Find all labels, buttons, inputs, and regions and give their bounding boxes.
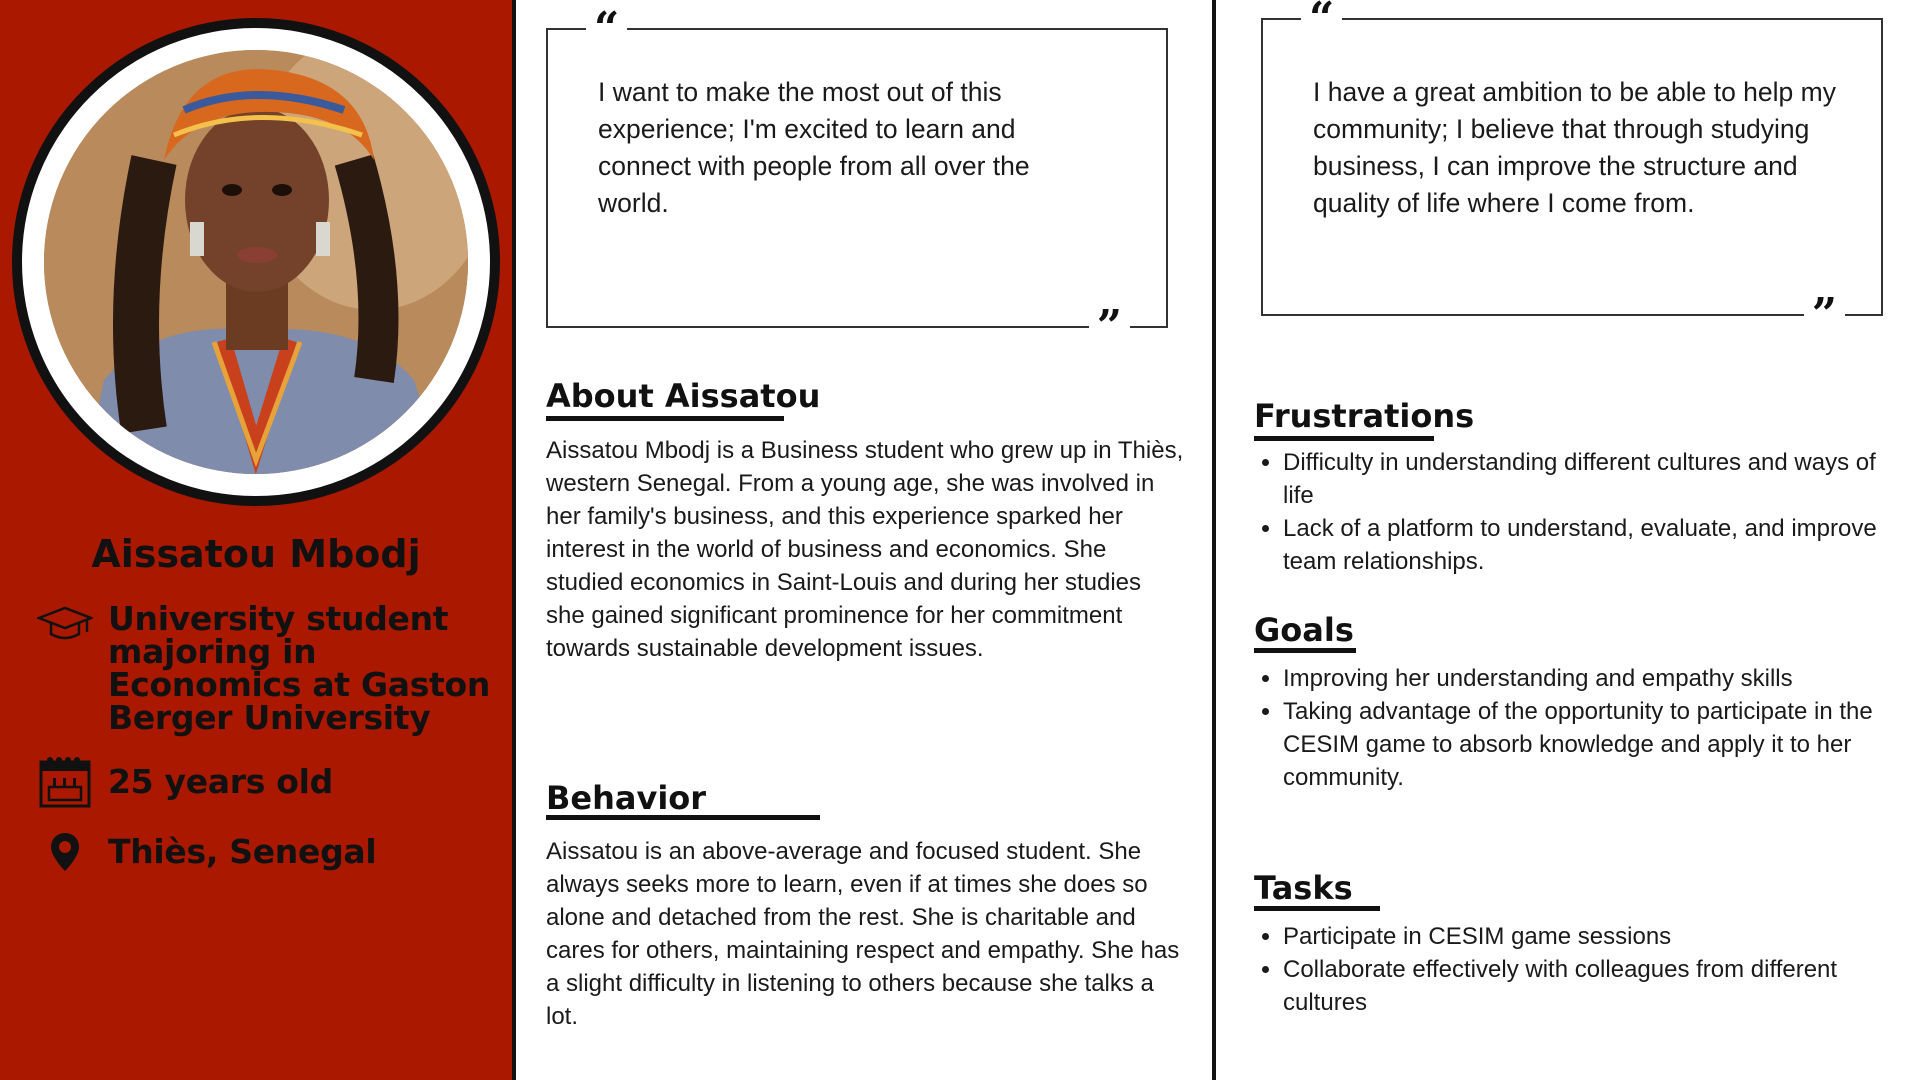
open-quote-icon: “ [586, 7, 628, 51]
profile-photo [44, 50, 468, 474]
profile-photo-frame [12, 18, 500, 506]
age-text: 25 years old [108, 762, 333, 801]
frustrations-list: Difficulty in understanding different cu… [1254, 446, 1903, 578]
occupation-row: University student majoring in Economics… [36, 602, 508, 734]
occupation-text: University student majoring in Economics… [108, 599, 491, 737]
portrait-illustration [44, 50, 468, 474]
column-divider [1212, 0, 1216, 1080]
list-item: Improving her understanding and empathy … [1283, 662, 1920, 695]
list-item: Taking advantage of the opportunity to p… [1283, 695, 1920, 794]
location-text: Thiès, Senegal [108, 832, 377, 871]
tasks-underline [1254, 906, 1380, 911]
column-divider [512, 0, 516, 1080]
map-pin-icon [36, 830, 94, 874]
list-item: Collaborate effectively with colleagues … [1283, 953, 1920, 1019]
frustrations-title: Frustrations [1254, 397, 1475, 435]
persona-name: Aissatou Mbodj [91, 532, 421, 576]
behavior-underline [546, 815, 820, 820]
goals-underline [1254, 648, 1356, 653]
list-item: Participate in CESIM game sessions [1283, 920, 1920, 953]
goals-title: Goals [1254, 611, 1354, 649]
tasks-list: Participate in CESIM game sessions Colla… [1254, 920, 1920, 1019]
quote-box: “ ” I have a great ambition to be able t… [1261, 0, 1883, 337]
frustrations-underline [1254, 436, 1434, 441]
quote-text: I have a great ambition to be able to he… [1313, 77, 1836, 218]
quote-text: I want to make the most out of this expe… [598, 77, 1030, 218]
list-item: Difficulty in understanding different cu… [1283, 446, 1903, 512]
location-row: Thiès, Senegal [36, 830, 377, 874]
list-item: Lack of a platform to understand, evalua… [1283, 512, 1903, 578]
open-quote-icon: “ [1301, 0, 1343, 41]
age-row: 25 years old [36, 757, 333, 808]
quote-box: “ ” I want to make the most out of this … [546, 7, 1168, 349]
about-underline [546, 416, 784, 421]
tasks-title: Tasks [1254, 869, 1353, 907]
close-quote-icon: ” [1803, 293, 1845, 337]
birthday-calendar-icon [36, 757, 94, 808]
about-text: Aissatou Mbodj is a Business student who… [546, 437, 1184, 662]
behavior-title: Behavior [546, 779, 707, 817]
behavior-text: Aissatou is an above-average and focused… [546, 838, 1180, 1030]
graduation-cap-icon [36, 602, 94, 646]
close-quote-icon: ” [1088, 305, 1130, 349]
goals-list: Improving her understanding and empathy … [1254, 662, 1920, 794]
profile-panel: Aissatou Mbodj University student majori… [0, 0, 512, 1080]
about-title: About Aissatou [546, 377, 821, 415]
